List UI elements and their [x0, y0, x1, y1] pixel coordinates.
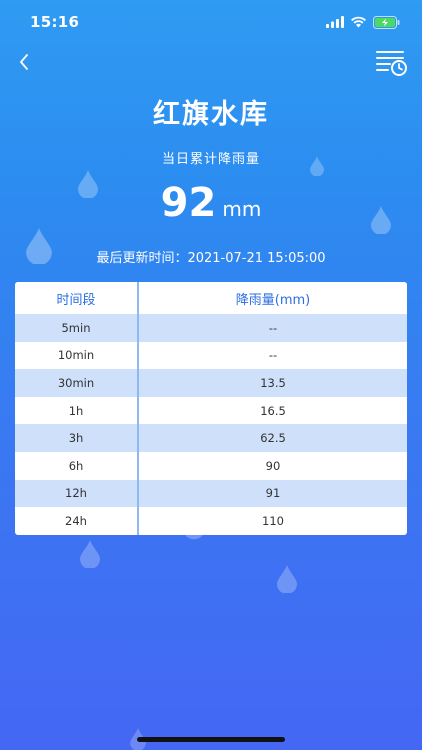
table-row: 24h 110 — [15, 507, 407, 535]
battery-charging-icon — [373, 15, 400, 29]
table-row: 1h 16.5 — [15, 396, 407, 425]
cell-period: 24h — [65, 513, 87, 528]
last-update: 最后更新时间：2021-07-21 15:05:00 — [0, 247, 422, 266]
history-button[interactable] — [374, 46, 410, 78]
cell-period: 10min — [57, 348, 95, 363]
header-rainfall: 降雨量(mm) — [235, 292, 311, 308]
cell-period: 6h — [68, 458, 84, 473]
status-time: 15:16 — [30, 13, 80, 31]
rainfall-value: 92 — [160, 180, 217, 226]
raindrop-icon — [80, 540, 100, 568]
cell-rainfall: 110 — [262, 513, 284, 528]
table-row: 6h 90 — [15, 451, 407, 480]
cell-rainfall: 62.5 — [260, 431, 286, 446]
cell-period: 1h — [68, 403, 84, 418]
table-row: 12h 91 — [15, 479, 407, 508]
status-bar: 15:16 — [0, 0, 422, 44]
table-row: 10min -- — [15, 341, 407, 370]
status-icons — [326, 15, 400, 29]
cell-rainfall: 90 — [265, 458, 281, 473]
wifi-icon — [351, 16, 366, 28]
signal-icon — [326, 16, 344, 28]
cell-period: 5min — [61, 320, 91, 335]
rainfall-table: 时间段 降雨量(mm) 5min -- 10min -- 30min 13.5 … — [15, 282, 407, 535]
cell-rainfall: 13.5 — [260, 375, 286, 390]
rainfall-value-row: 92 mm — [0, 180, 422, 226]
cell-rainfall: 16.5 — [260, 403, 286, 418]
cell-period: 12h — [65, 486, 87, 501]
header-period: 时间段 — [56, 292, 96, 308]
last-update-label: 最后更新时间： — [96, 251, 188, 266]
table-row: 30min 13.5 — [15, 369, 407, 397]
cell-period: 30min — [57, 375, 95, 390]
raindrop-icon — [277, 565, 297, 593]
history-list-clock-icon — [376, 51, 407, 76]
cell-rainfall: -- — [268, 320, 278, 335]
cell-period: 3h — [68, 431, 84, 446]
nav-bar — [0, 44, 422, 80]
table-header: 时间段 降雨量(mm) — [15, 282, 407, 314]
table-row: 5min -- — [15, 314, 407, 342]
back-chevron-icon — [20, 54, 28, 70]
reservoir-title: 红旗水库 — [153, 99, 269, 130]
rainfall-subtitle: 当日累计降雨量 — [161, 152, 260, 167]
cell-rainfall: -- — [268, 348, 278, 363]
cell-rainfall: 91 — [265, 486, 281, 501]
rainfall-unit: mm — [222, 197, 262, 221]
back-button[interactable] — [12, 50, 36, 74]
home-indicator[interactable] — [137, 737, 285, 742]
table-row: 3h 62.5 — [15, 424, 407, 452]
last-update-time: 2021-07-21 15:05:00 — [187, 251, 326, 266]
